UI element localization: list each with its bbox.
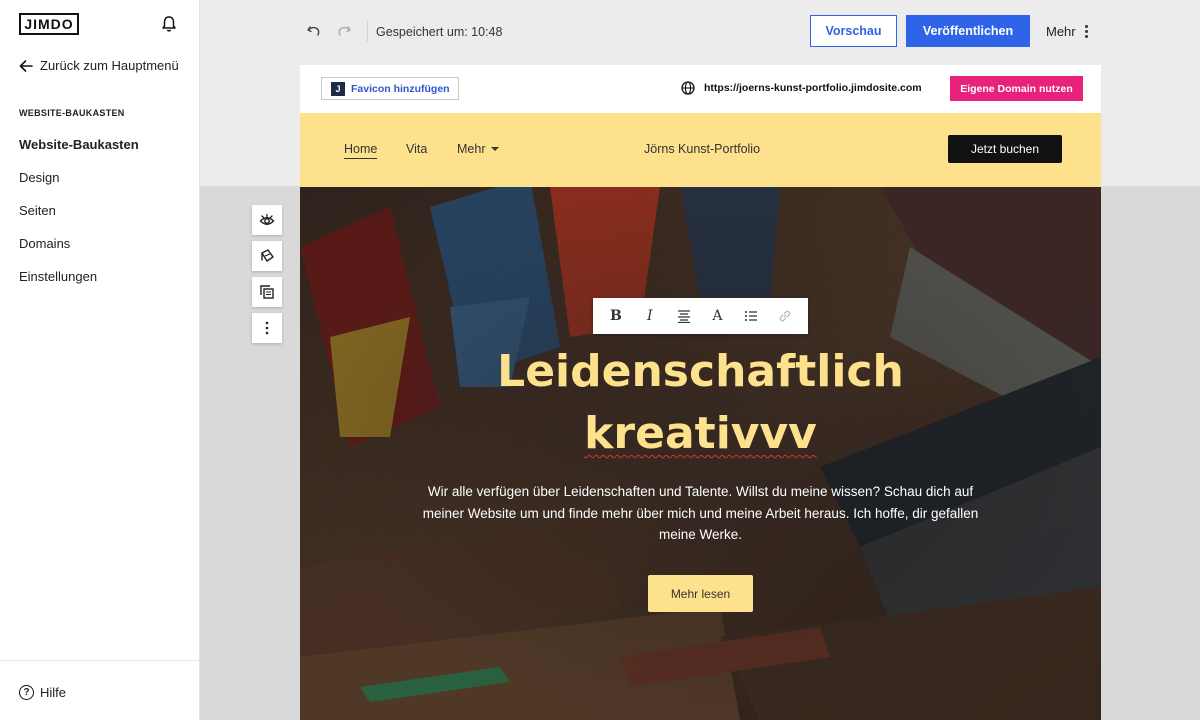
duplicate-tool[interactable] xyxy=(252,277,282,307)
caret-down-icon xyxy=(491,147,500,151)
bullet-list-icon[interactable] xyxy=(740,305,762,327)
headline-line-2: kreativvv xyxy=(584,408,817,459)
hero-headline[interactable]: Leidenschaftlich kreativvv xyxy=(300,341,1101,465)
more-label: Mehr xyxy=(1046,24,1076,39)
more-options-tool[interactable] xyxy=(252,313,282,343)
site-url-text: https://joerns-kunst-portfolio.jimdosite… xyxy=(704,82,922,94)
bell-icon[interactable] xyxy=(161,15,177,33)
back-to-main-menu-link[interactable]: Zurück zum Hauptmenü xyxy=(19,58,179,73)
arrow-left-icon xyxy=(19,59,33,72)
sidebar-footer: ? Hilfe xyxy=(0,660,199,720)
font-style-icon[interactable]: A xyxy=(706,305,728,327)
site-nav-vita[interactable]: Vita xyxy=(406,142,427,156)
align-center-icon[interactable] xyxy=(673,305,695,327)
site-nav-mehr-label: Mehr xyxy=(457,142,486,156)
site-title[interactable]: Jörns Kunst-Portfolio xyxy=(644,142,760,156)
bold-icon[interactable]: B xyxy=(605,305,627,327)
site-nav-home[interactable]: Home xyxy=(344,142,378,159)
add-favicon-button[interactable]: J Favicon hinzufügen xyxy=(321,77,459,100)
help-label: Hilfe xyxy=(40,685,67,700)
toolbar-divider xyxy=(367,20,368,42)
link-icon[interactable] xyxy=(774,305,796,327)
section-title: WEBSITE-BAUKASTEN xyxy=(19,108,125,118)
sidebar-nav: Website-Baukasten Design Seiten Domains … xyxy=(19,136,139,301)
kebab-icon xyxy=(1084,25,1088,38)
undo-icon[interactable] xyxy=(306,23,322,39)
help-link[interactable]: ? Hilfe xyxy=(19,685,66,700)
globe-icon xyxy=(681,81,695,95)
more-menu-button[interactable]: Mehr xyxy=(1046,24,1088,39)
custom-domain-button[interactable]: Eigene Domain nutzen xyxy=(950,76,1083,101)
paint-bucket-icon xyxy=(261,249,274,262)
text-format-toolbar: B I A xyxy=(593,298,808,334)
back-label: Zurück zum Hauptmenü xyxy=(40,58,179,73)
italic-icon[interactable]: I xyxy=(639,305,661,327)
hero-lead-text[interactable]: Wir alle verfügen über Leidenschaften un… xyxy=(420,481,981,546)
design-tool[interactable] xyxy=(252,241,282,271)
headline-line-1: Leidenschaftlich xyxy=(497,346,904,397)
jimdo-j-icon: J xyxy=(331,81,345,96)
editor-toolbar: Gespeichert um: 10:48 Vorschau Veröffent… xyxy=(200,0,1200,64)
read-more-button[interactable]: Mehr lesen xyxy=(648,575,753,612)
sidebar-item-einstellungen[interactable]: Einstellungen xyxy=(19,268,139,301)
book-now-button[interactable]: Jetzt buchen xyxy=(948,135,1062,163)
favicon-label: Favicon hinzufügen xyxy=(351,82,450,95)
eye-icon xyxy=(259,213,275,225)
visibility-tool[interactable] xyxy=(252,205,282,235)
redo-icon[interactable] xyxy=(336,23,352,39)
sidebar-item-design[interactable]: Design xyxy=(19,169,139,202)
site-url: https://joerns-kunst-portfolio.jimdosite… xyxy=(681,81,922,95)
hero-section: B I A Leidenschaftlich kreativvv Wir all… xyxy=(300,187,1101,720)
jimdo-logo[interactable]: JIMDO xyxy=(19,13,79,35)
site-navigation: Home Vita Mehr Jörns Kunst-Portfolio Jet… xyxy=(300,113,1101,187)
vertical-dots-icon xyxy=(265,321,269,335)
sidebar-item-domains[interactable]: Domains xyxy=(19,235,139,268)
website-preview: J Favicon hinzufügen https://joerns-kuns… xyxy=(300,65,1101,720)
section-tools xyxy=(252,205,282,349)
copy-icon xyxy=(260,285,274,299)
sidebar: JIMDO Zurück zum Hauptmenü WEBSITE-BAUKA… xyxy=(0,0,200,720)
saved-status: Gespeichert um: 10:48 xyxy=(376,25,503,39)
publish-button[interactable]: Veröffentlichen xyxy=(906,15,1030,47)
sidebar-item-seiten[interactable]: Seiten xyxy=(19,202,139,235)
help-icon: ? xyxy=(19,685,34,700)
site-admin-bar: J Favicon hinzufügen https://joerns-kuns… xyxy=(300,65,1101,113)
sidebar-item-website-baukasten[interactable]: Website-Baukasten xyxy=(19,136,139,169)
preview-button[interactable]: Vorschau xyxy=(810,15,897,47)
site-nav-mehr[interactable]: Mehr xyxy=(457,142,500,156)
